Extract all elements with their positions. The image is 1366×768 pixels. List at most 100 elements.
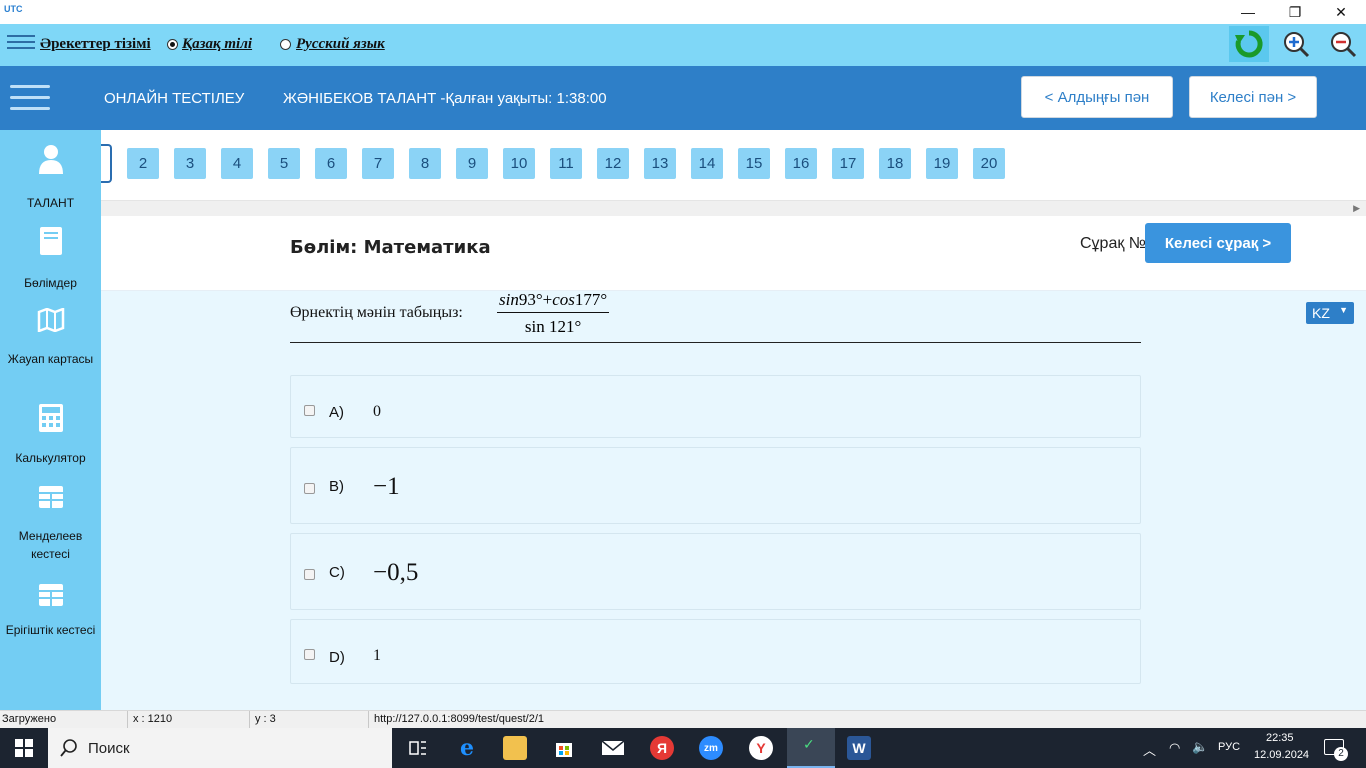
next-subject-button[interactable]: Келесі пән >: [1189, 76, 1317, 118]
lang-kz-label[interactable]: Қазақ тілі: [182, 36, 252, 53]
tray-chevron-up-icon[interactable]: ︿: [1143, 740, 1156, 759]
lang-ru-radio[interactable]: [280, 39, 291, 50]
lang-kz-radio[interactable]: [167, 39, 178, 50]
question-number-button[interactable]: 13: [644, 148, 676, 179]
file-explorer-icon[interactable]: [503, 736, 527, 760]
task-view-icon[interactable]: [406, 736, 430, 760]
start-button[interactable]: [0, 728, 48, 768]
close-icon: ✕: [1335, 3, 1347, 20]
restore-button[interactable]: ❐: [1272, 0, 1318, 24]
status-text: Загружено: [2, 713, 57, 725]
hamburger-menu-icon[interactable]: [10, 85, 50, 111]
sidebar-item-solubility[interactable]: Ерігіштік кестесі: [0, 583, 101, 639]
option-value: −1: [373, 473, 400, 500]
sidebar-item-label: Жауап картасы: [7, 352, 94, 366]
next-question-button[interactable]: Келесі сұрақ >: [1145, 223, 1291, 263]
option-checkbox[interactable]: [304, 483, 315, 494]
sidebar-item-sections[interactable]: Бөлімдер: [0, 226, 101, 292]
prev-subject-button[interactable]: < Алдыңғы пән: [1021, 76, 1173, 118]
clock-time[interactable]: 22:35: [1266, 732, 1294, 744]
word-icon[interactable]: W: [847, 736, 871, 760]
clock-date[interactable]: 12.09.2024: [1254, 749, 1309, 761]
mail-icon[interactable]: [601, 736, 625, 760]
scroll-right-icon[interactable]: ▶: [1353, 203, 1360, 214]
answer-option-c[interactable]: C) −0,5: [290, 533, 1141, 610]
lang-ru-label[interactable]: Русский язык: [296, 36, 385, 53]
cursor-y: y : 3: [255, 713, 276, 725]
question-number-button[interactable]: 11: [550, 148, 582, 179]
question-number-current[interactable]: [101, 144, 112, 183]
edge-browser-icon[interactable]: e: [455, 735, 479, 761]
formula-denominator: sin 121°: [524, 317, 582, 336]
sidebar-item-label: Менделеев кестесі: [18, 529, 83, 561]
store-icon[interactable]: [552, 736, 576, 760]
question-number-button[interactable]: 14: [691, 148, 723, 179]
option-letter: B): [329, 478, 344, 495]
volume-icon[interactable]: 🔈: [1192, 739, 1208, 755]
sidebar-item-profile[interactable]: ТАЛАНТ: [0, 144, 101, 212]
question-number-button[interactable]: 16: [785, 148, 817, 179]
network-icon[interactable]: ◠: [1169, 740, 1180, 756]
actions-list-link[interactable]: Әрекеттер тізімі: [40, 36, 151, 53]
status-bar: Загружено x : 1210 y : 3 http://127.0.0.…: [0, 710, 1366, 729]
option-letter: C): [329, 564, 345, 581]
question-number-button[interactable]: 4: [221, 148, 253, 179]
app-logo: UTC: [4, 4, 23, 14]
question-formula: sin93°+cos177° sin 121°: [497, 290, 610, 337]
answer-option-b[interactable]: B) −1: [290, 447, 1141, 524]
question-number-button[interactable]: 9: [456, 148, 488, 179]
question-number-button[interactable]: 17: [832, 148, 864, 179]
question-number-button[interactable]: 7: [362, 148, 394, 179]
question-number-button[interactable]: 6: [315, 148, 347, 179]
restore-icon: ❐: [1288, 3, 1302, 20]
test-app-icon: ✓: [803, 736, 815, 752]
option-checkbox[interactable]: [304, 405, 315, 416]
sidebar-item-answer-map[interactable]: Жауап картасы: [0, 308, 101, 368]
input-language[interactable]: РУС: [1218, 741, 1240, 753]
option-checkbox[interactable]: [304, 569, 315, 580]
minimize-button[interactable]: —: [1225, 0, 1271, 24]
sidebar-item-label: Калькулятор: [15, 451, 86, 465]
sidebar-item-label: Ерігіштік кестесі: [5, 623, 96, 637]
answer-option-d[interactable]: D) 1: [290, 619, 1141, 684]
question-number-button[interactable]: 3: [174, 148, 206, 179]
language-select[interactable]: KZ ▼: [1306, 302, 1354, 324]
question-number-button[interactable]: 10: [503, 148, 535, 179]
question-number-button[interactable]: 19: [926, 148, 958, 179]
sidebar-item-label: Бөлімдер: [24, 276, 77, 290]
zoom-out-icon: [1331, 32, 1357, 58]
active-app-tab[interactable]: ✓: [787, 728, 835, 768]
option-value: 1: [373, 647, 381, 664]
question-text: Өрнектің мәнін табыңыз:: [290, 304, 463, 321]
close-button[interactable]: ✕: [1318, 0, 1364, 24]
question-number-button[interactable]: 12: [597, 148, 629, 179]
option-checkbox[interactable]: [304, 649, 315, 660]
table-icon: [38, 584, 63, 606]
formula-numerator: sin93°+cos177°: [497, 290, 610, 313]
taskbar-search[interactable]: Поиск: [48, 728, 392, 768]
book-icon: [39, 227, 62, 255]
list-menu-icon[interactable]: [7, 35, 35, 55]
question-number-button[interactable]: 8: [409, 148, 441, 179]
yandex-icon[interactable]: Я: [650, 736, 674, 760]
question-number-button[interactable]: 18: [879, 148, 911, 179]
cursor-x: x : 1210: [133, 713, 173, 725]
minimize-icon: —: [1241, 4, 1255, 20]
question-number-button[interactable]: 5: [268, 148, 300, 179]
yandex-browser-icon[interactable]: Y: [749, 736, 773, 760]
refresh-button[interactable]: [1229, 26, 1269, 62]
question-number-button[interactable]: 2: [127, 148, 159, 179]
option-letter: D): [329, 649, 345, 666]
sidebar-item-mendeleev[interactable]: Менделеев кестесі: [0, 485, 101, 563]
zoom-out-button[interactable]: [1327, 28, 1359, 60]
search-icon: [60, 739, 77, 757]
answer-option-a[interactable]: A) 0: [290, 375, 1141, 438]
question: Өрнектің мәнін табыңыз: sin93°+cos177° s…: [290, 290, 1141, 343]
zoom-in-button[interactable]: [1280, 28, 1312, 60]
question-number-button[interactable]: 15: [738, 148, 770, 179]
horizontal-scrollbar[interactable]: ▶: [101, 200, 1366, 216]
option-value: −0,5: [373, 559, 419, 586]
question-number-button[interactable]: 20: [973, 148, 1005, 179]
zoom-app-icon[interactable]: zm: [699, 736, 723, 760]
sidebar-item-calculator[interactable]: Калькулятор: [0, 403, 101, 467]
